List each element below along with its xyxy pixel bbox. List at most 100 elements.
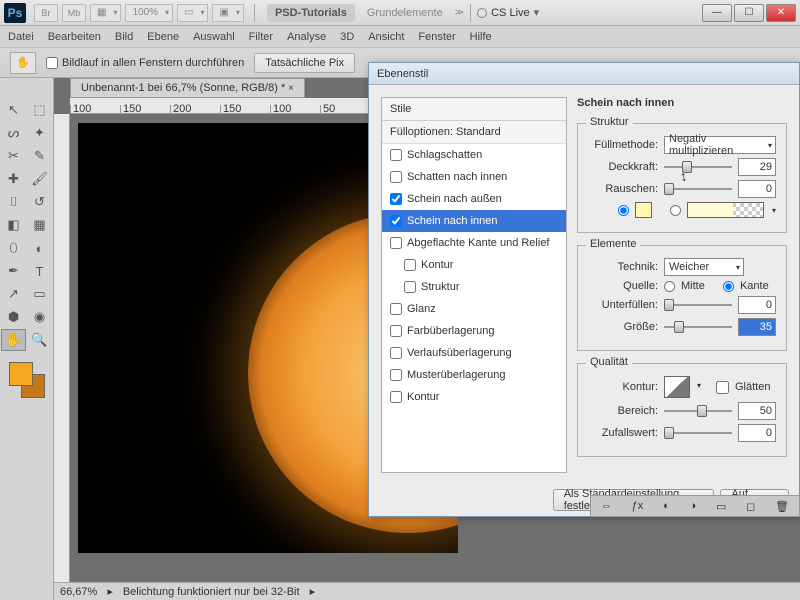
opacity-slider[interactable] [664, 160, 732, 174]
maximize-button[interactable]: ☐ [734, 4, 764, 22]
style-checkbox[interactable] [390, 171, 402, 183]
style-checkbox[interactable] [390, 391, 402, 403]
style-checkbox[interactable] [390, 237, 402, 249]
menu-hilfe[interactable]: Hilfe [470, 31, 492, 43]
minibridge-btn[interactable]: Mb [62, 4, 86, 22]
screenmode-dd[interactable]: ▣ [212, 4, 243, 22]
menu-ebene[interactable]: Ebene [147, 31, 179, 43]
camera-tool[interactable]: ◉ [27, 306, 52, 328]
range-slider[interactable] [664, 404, 732, 418]
dialog-titlebar[interactable]: Ebenenstil [369, 63, 799, 85]
hand-tool-icon[interactable]: ✋ [10, 52, 36, 74]
blur-tool[interactable]: ⬯ [1, 237, 26, 259]
style-checkbox[interactable] [390, 347, 402, 359]
menu-analyse[interactable]: Analyse [287, 31, 326, 43]
menu-bearbeiten[interactable]: Bearbeiten [48, 31, 101, 43]
choke-input[interactable] [738, 296, 776, 314]
menu-auswahl[interactable]: Auswahl [193, 31, 235, 43]
trash-icon[interactable]: 🗑 [775, 500, 789, 513]
type-tool[interactable]: T [27, 260, 52, 282]
zoom-tool[interactable]: 🔍 [27, 329, 52, 351]
noise-slider[interactable] [664, 182, 732, 196]
crop-tool[interactable]: ✂ [1, 145, 26, 167]
close-button[interactable]: ✕ [766, 4, 796, 22]
new-icon[interactable]: ◻ [746, 500, 755, 513]
menu-fenster[interactable]: Fenster [418, 31, 455, 43]
eyedropper-tool[interactable]: ✎ [27, 145, 52, 167]
style-checkbox[interactable] [390, 149, 402, 161]
scroll-all-checkbox[interactable]: Bildlauf in allen Fenstern durchführen [46, 57, 244, 69]
technik-dropdown[interactable]: Weicher [664, 258, 744, 276]
style-checkbox[interactable] [390, 215, 402, 227]
eraser-tool[interactable]: ◧ [1, 214, 26, 236]
quelle-mitte-radio[interactable] [664, 281, 675, 292]
style-item[interactable]: Schlagschatten [382, 144, 566, 166]
size-slider[interactable] [664, 320, 732, 334]
blend-options-header[interactable]: Fülloptionen: Standard [382, 121, 566, 144]
range-input[interactable] [738, 402, 776, 420]
mask-icon[interactable]: ◐ [663, 500, 670, 512]
style-item[interactable]: Verlaufsüberlagerung [382, 342, 566, 364]
view-extras-dd[interactable]: ▦ [90, 4, 121, 22]
style-item[interactable]: Schein nach außen [382, 188, 566, 210]
style-item[interactable]: Farbüberlagerung [382, 320, 566, 342]
document-tab[interactable]: Unbenannt-1 bei 66,7% (Sonne, RGB/8) * × [70, 78, 305, 98]
wand-tool[interactable]: ✦ [27, 122, 52, 144]
quelle-kante-radio[interactable] [723, 281, 734, 292]
styles-header[interactable]: Stile [382, 98, 566, 121]
blendmode-dropdown[interactable]: Negativ multiplizieren [664, 136, 776, 154]
stamp-tool[interactable]: ⌷ [1, 191, 26, 213]
cs-live[interactable]: CS Live ▾ [477, 6, 539, 19]
pen-tool[interactable]: ✒ [1, 260, 26, 282]
more-workspaces-icon[interactable]: ≫ [455, 7, 464, 18]
workspace-link-1[interactable]: PSD-Tutorials [267, 4, 355, 22]
style-item[interactable]: Glanz [382, 298, 566, 320]
brush-tool[interactable]: 🖌 [27, 168, 52, 190]
color-swatches[interactable] [9, 362, 45, 398]
minimize-button[interactable]: — [702, 4, 732, 22]
style-checkbox[interactable] [404, 259, 416, 271]
bridge-btn[interactable]: Br [34, 4, 58, 22]
antialias-checkbox[interactable] [716, 381, 729, 394]
fg-swatch[interactable] [9, 362, 33, 386]
style-checkbox[interactable] [390, 325, 402, 337]
dodge-tool[interactable]: ◐ [27, 237, 52, 259]
marquee-tool[interactable]: ⬚ [27, 99, 52, 121]
style-item[interactable]: Abgeflachte Kante und Relief [382, 232, 566, 254]
style-checkbox[interactable] [390, 193, 402, 205]
style-item[interactable]: Schein nach innen [382, 210, 566, 232]
style-item[interactable]: Struktur [382, 276, 566, 298]
jitter-slider[interactable] [664, 426, 732, 440]
glow-gradient[interactable] [687, 202, 764, 218]
menu-datei[interactable]: Datei [8, 31, 34, 43]
size-input[interactable] [738, 318, 776, 336]
workspace-link-2[interactable]: Grundelemente [367, 7, 443, 19]
link-icon[interactable]: ⇔ [601, 500, 612, 512]
move-tool[interactable]: ↖ [1, 99, 26, 121]
kontur-picker[interactable] [664, 376, 690, 398]
jitter-input[interactable] [738, 424, 776, 442]
noise-input[interactable] [738, 180, 776, 198]
arrange-dd[interactable]: ▭ [177, 4, 208, 22]
fx-icon[interactable]: ƒx [632, 500, 644, 512]
style-checkbox[interactable] [390, 369, 402, 381]
gradient-radio[interactable] [670, 205, 681, 216]
menu-filter[interactable]: Filter [249, 31, 273, 43]
style-checkbox[interactable] [404, 281, 416, 293]
history-brush-tool[interactable]: ↺ [27, 191, 52, 213]
menu-3d[interactable]: 3D [340, 31, 354, 43]
choke-slider[interactable] [664, 298, 732, 312]
hand-tool[interactable]: ✋ [1, 329, 26, 351]
shape-tool[interactable]: ▭ [27, 283, 52, 305]
heal-tool[interactable]: ✚ [1, 168, 26, 190]
adjust-icon[interactable]: ◑ [690, 500, 697, 512]
menu-ansicht[interactable]: Ansicht [368, 31, 404, 43]
style-item[interactable]: Kontur [382, 254, 566, 276]
3d-tool[interactable]: ⬢ [1, 306, 26, 328]
lasso-tool[interactable]: ᔕ [1, 122, 26, 144]
opacity-input[interactable] [738, 158, 776, 176]
path-tool[interactable]: ↗ [1, 283, 26, 305]
zoom-dd[interactable]: 100% [125, 4, 173, 22]
gradient-tool[interactable]: ▦ [27, 214, 52, 236]
menu-bild[interactable]: Bild [115, 31, 133, 43]
